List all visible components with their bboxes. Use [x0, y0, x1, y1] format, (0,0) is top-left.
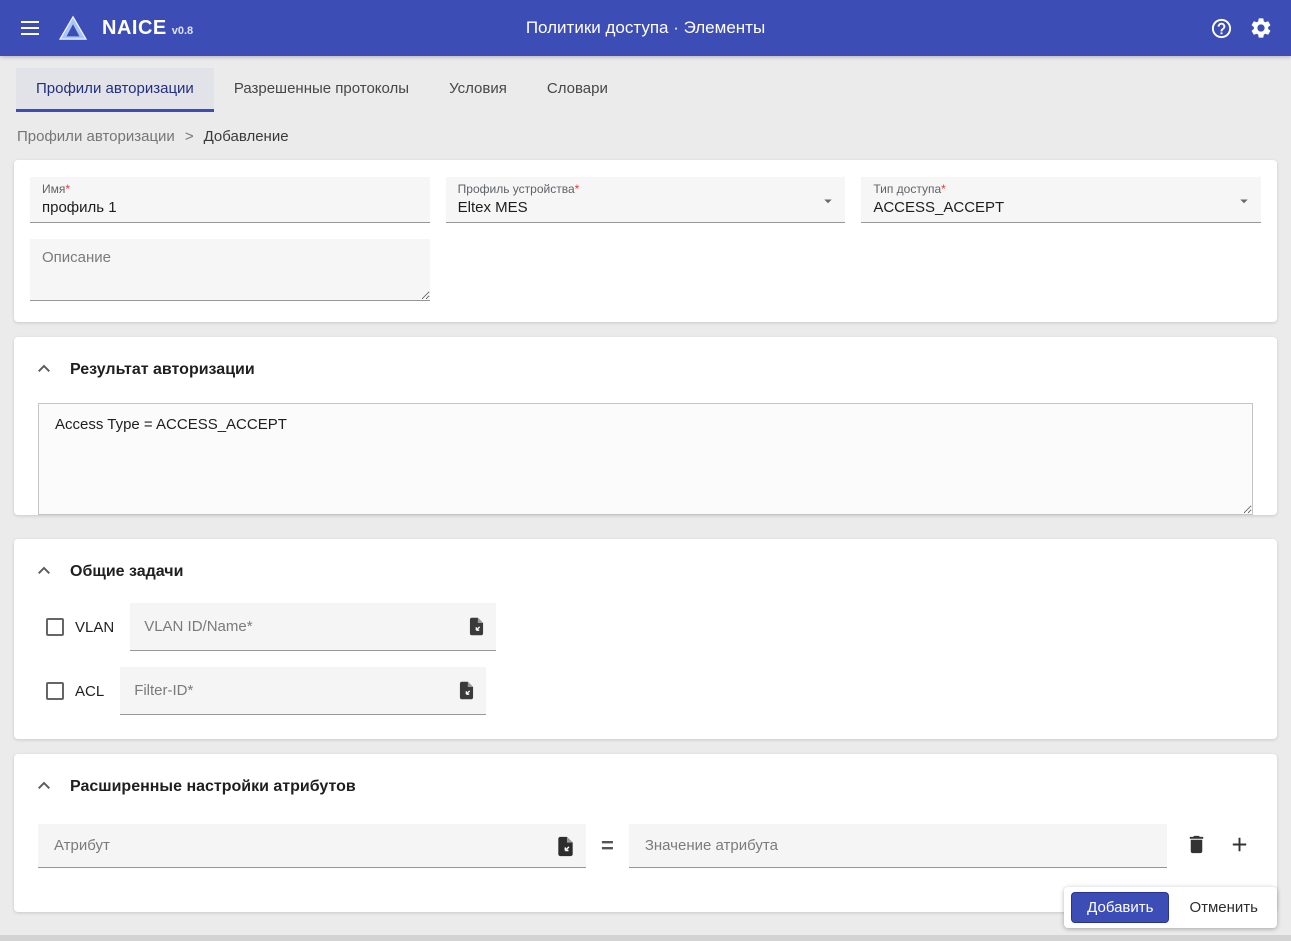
- tab-conditions[interactable]: Условия: [429, 68, 527, 112]
- tab-bar: Профили авторизации Разрешенные протокол…: [0, 56, 1291, 112]
- submit-button[interactable]: Добавить: [1071, 892, 1170, 923]
- required-asterisk: *: [941, 182, 946, 196]
- access-type-select[interactable]: Тип доступа* ACCESS_ACCEPT: [861, 177, 1262, 223]
- vlan-checkbox[interactable]: [46, 618, 64, 636]
- attribute-value-input[interactable]: [628, 824, 1167, 867]
- authorization-result-title: Результат авторизации: [70, 360, 255, 378]
- name-field-label: Имя*: [42, 182, 71, 196]
- delete-attribute-button[interactable]: [1183, 831, 1210, 861]
- collapse-advanced-attributes-button[interactable]: [30, 771, 58, 802]
- common-tasks-card: Общие задачи VLAN ACL: [14, 539, 1277, 739]
- vlan-input[interactable]: [130, 603, 497, 650]
- app-logo-icon: [58, 15, 88, 41]
- profile-fields-row: Имя* Профиль устройства* Eltex MES Тип д…: [30, 177, 1262, 223]
- breadcrumb: Профили авторизации > Добавление: [0, 112, 1291, 160]
- acl-field: [120, 667, 487, 715]
- name-input[interactable]: [42, 196, 418, 216]
- paste-icon: [554, 835, 577, 861]
- breadcrumb-separator: >: [184, 127, 194, 145]
- dropdown-icon: [1235, 192, 1253, 215]
- tab-dictionaries[interactable]: Словари: [527, 68, 628, 112]
- advanced-attributes-header: Расширенные настройки атрибутов: [14, 754, 1277, 814]
- required-asterisk: *: [65, 182, 71, 196]
- tab-authorization-profiles[interactable]: Профили авторизации: [16, 68, 214, 112]
- profile-form-card: Имя* Профиль устройства* Eltex MES Тип д…: [14, 160, 1277, 322]
- common-tasks-header: Общие задачи: [14, 539, 1277, 599]
- chevron-up-icon: [32, 558, 56, 585]
- device-profile-label: Профиль устройства*: [457, 182, 580, 196]
- collapse-authorization-result-button[interactable]: [30, 354, 58, 385]
- add-attribute-button[interactable]: [1226, 831, 1253, 861]
- description-field-wrap: [30, 239, 1261, 306]
- access-type-label: Тип доступа*: [873, 182, 946, 196]
- settings-button[interactable]: [1247, 14, 1275, 42]
- menu-icon: [18, 16, 42, 40]
- description-textarea[interactable]: [30, 239, 430, 301]
- chevron-up-icon: [32, 356, 56, 383]
- acl-label: ACL: [75, 682, 105, 700]
- header-right: [1208, 14, 1275, 42]
- settings-icon: [1249, 16, 1273, 40]
- attribute-field: [38, 824, 586, 868]
- tab-allowed-protocols[interactable]: Разрешенные протоколы: [214, 68, 429, 112]
- common-tasks-title: Общие задачи: [70, 562, 184, 580]
- cancel-button[interactable]: Отменить: [1177, 893, 1270, 922]
- device-profile-value: Eltex MES: [457, 199, 528, 216]
- acl-input[interactable]: [120, 667, 487, 714]
- app-brand: NAICE v0.8: [102, 17, 193, 40]
- advanced-attributes-title: Расширенные настройки атрибутов: [70, 777, 356, 795]
- authorization-result-card: Результат авторизации Access Type = ACCE…: [14, 337, 1277, 515]
- vlan-field: [130, 603, 497, 651]
- app-name: NAICE: [102, 16, 167, 39]
- acl-task-row: ACL: [14, 663, 1277, 727]
- attribute-input[interactable]: [38, 824, 586, 867]
- breadcrumb-root-link[interactable]: Профили авторизации: [17, 128, 175, 145]
- vlan-task-row: VLAN: [14, 599, 1277, 663]
- menu-button[interactable]: [16, 14, 44, 42]
- form-actions: Добавить Отменить: [1064, 887, 1277, 928]
- device-profile-select[interactable]: Профиль устройства* Eltex MES: [445, 177, 846, 223]
- app-version: v0.8: [171, 24, 194, 37]
- trash-icon: [1185, 833, 1208, 859]
- paste-icon: [466, 616, 487, 640]
- name-field[interactable]: Имя*: [30, 177, 430, 223]
- header-left: NAICE v0.8: [16, 14, 193, 42]
- access-type-value: ACCESS_ACCEPT: [873, 199, 1005, 216]
- help-icon: [1210, 17, 1233, 40]
- acl-checkbox[interactable]: [46, 682, 64, 700]
- page-title: Политики доступа · Элементы: [525, 18, 766, 37]
- dropdown-icon: [819, 192, 837, 215]
- app-header: NAICE v0.8 Политики доступа · Элементы: [0, 0, 1291, 56]
- attribute-value-field: [628, 824, 1167, 868]
- paste-icon: [456, 680, 477, 704]
- plus-icon: [1228, 833, 1251, 859]
- vlan-label: VLAN: [75, 618, 115, 636]
- chevron-up-icon: [32, 773, 56, 800]
- help-button[interactable]: [1208, 15, 1235, 42]
- breadcrumb-current: Добавление: [203, 127, 289, 145]
- authorization-result-textarea[interactable]: Access Type = ACCESS_ACCEPT: [38, 403, 1253, 515]
- bottom-edge-strip: [0, 935, 1291, 941]
- authorization-result-header: Результат авторизации: [14, 337, 1277, 397]
- equals-sign: =: [600, 833, 614, 858]
- attribute-dictionary-button[interactable]: [554, 835, 577, 861]
- vlan-dictionary-button[interactable]: [466, 616, 487, 640]
- required-asterisk: *: [574, 182, 580, 196]
- acl-dictionary-button[interactable]: [456, 680, 477, 704]
- collapse-common-tasks-button[interactable]: [30, 556, 58, 587]
